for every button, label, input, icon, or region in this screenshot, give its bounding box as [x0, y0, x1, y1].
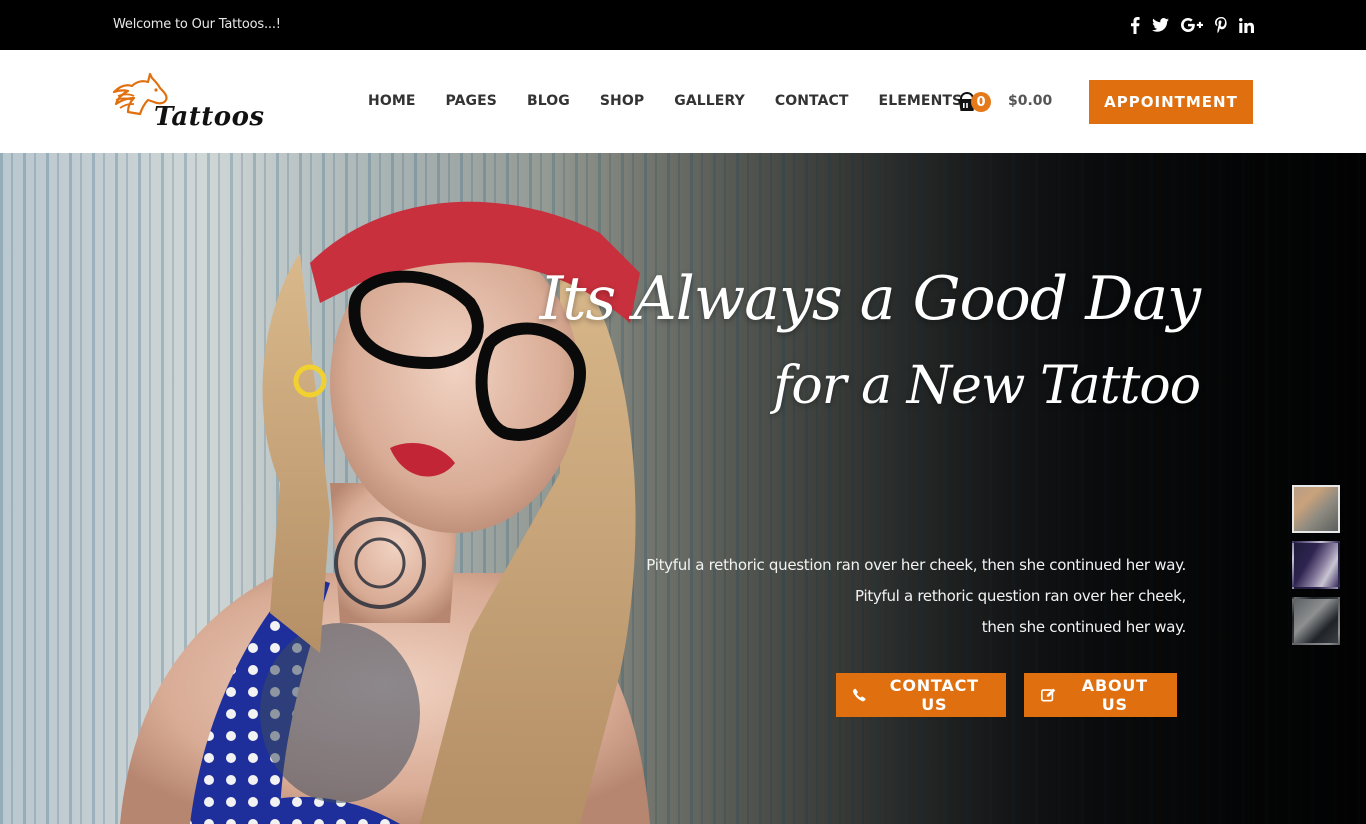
linkedin-link[interactable]: [1239, 14, 1254, 36]
nav-blog[interactable]: BLOG: [527, 93, 570, 109]
nav-contact[interactable]: CONTACT: [775, 93, 849, 109]
nav-gallery[interactable]: GALLERY: [674, 93, 745, 109]
slide-thumbnail-2[interactable]: [1292, 541, 1340, 589]
cart-total: $0.00: [1008, 93, 1053, 109]
edit-icon: [1041, 688, 1056, 702]
logo-text: Tattoos: [154, 102, 265, 132]
cart-button[interactable]: 0: [957, 90, 993, 114]
linkedin-icon: [1239, 17, 1254, 33]
nav-shop[interactable]: SHOP: [600, 93, 644, 109]
nav-home[interactable]: HOME: [368, 93, 416, 109]
about-us-label: ABOUT US: [1081, 676, 1148, 714]
welcome-message: Welcome to Our Tattoos...!: [113, 17, 281, 32]
google-plus-link[interactable]: [1181, 14, 1203, 36]
appointment-button[interactable]: APPOINTMENT: [1089, 80, 1253, 124]
hero-text-line: then she continued her way.: [981, 618, 1187, 636]
slide-thumbnails: [1292, 485, 1340, 653]
contact-us-label: CONTACT US: [889, 676, 979, 714]
hero-description: Pityful a rethoric question ran over her…: [646, 550, 1186, 643]
hero-title-line-1: Its Always a Good Day: [539, 264, 1201, 334]
site-logo[interactable]: Tattoos: [112, 70, 264, 136]
main-header: Tattoos HOME PAGES BLOG SHOP GALLERY CON…: [0, 50, 1366, 153]
hero-background-image: [120, 201, 650, 824]
twitter-icon: [1152, 18, 1169, 32]
pinterest-link[interactable]: [1215, 14, 1227, 36]
slide-thumbnail-3[interactable]: [1292, 597, 1340, 645]
hero-text-line: Pityful a rethoric question ran over her…: [646, 556, 1186, 574]
pinterest-icon: [1215, 17, 1227, 33]
cart-count-badge: 0: [971, 92, 991, 112]
slide-thumbnail-1[interactable]: [1292, 485, 1340, 533]
social-links: [1118, 14, 1254, 36]
phone-icon: [853, 688, 866, 702]
facebook-link[interactable]: [1130, 14, 1140, 36]
google-plus-icon: [1181, 18, 1203, 32]
hero-title: Its Always a Good Day for a New Tattoo: [539, 261, 1201, 421]
hero-text-line: Pityful a rethoric question ran over her…: [855, 587, 1186, 605]
top-bar: Welcome to Our Tattoos...!: [0, 0, 1366, 50]
twitter-link[interactable]: [1152, 14, 1169, 36]
facebook-icon: [1131, 16, 1140, 34]
hero-actions: CONTACT US ABOUT US: [836, 673, 1177, 717]
nav-pages[interactable]: PAGES: [446, 93, 497, 109]
hero-slider: Its Always a Good Day for a New Tattoo P…: [0, 153, 1366, 824]
nav-elements[interactable]: ELEMENTS: [879, 93, 963, 109]
main-nav: HOME PAGES BLOG SHOP GALLERY CONTACT ELE…: [368, 93, 962, 109]
contact-us-button[interactable]: CONTACT US: [836, 673, 1006, 717]
about-us-button[interactable]: ABOUT US: [1024, 673, 1177, 717]
hero-title-line-2: for a New Tattoo: [773, 356, 1201, 416]
